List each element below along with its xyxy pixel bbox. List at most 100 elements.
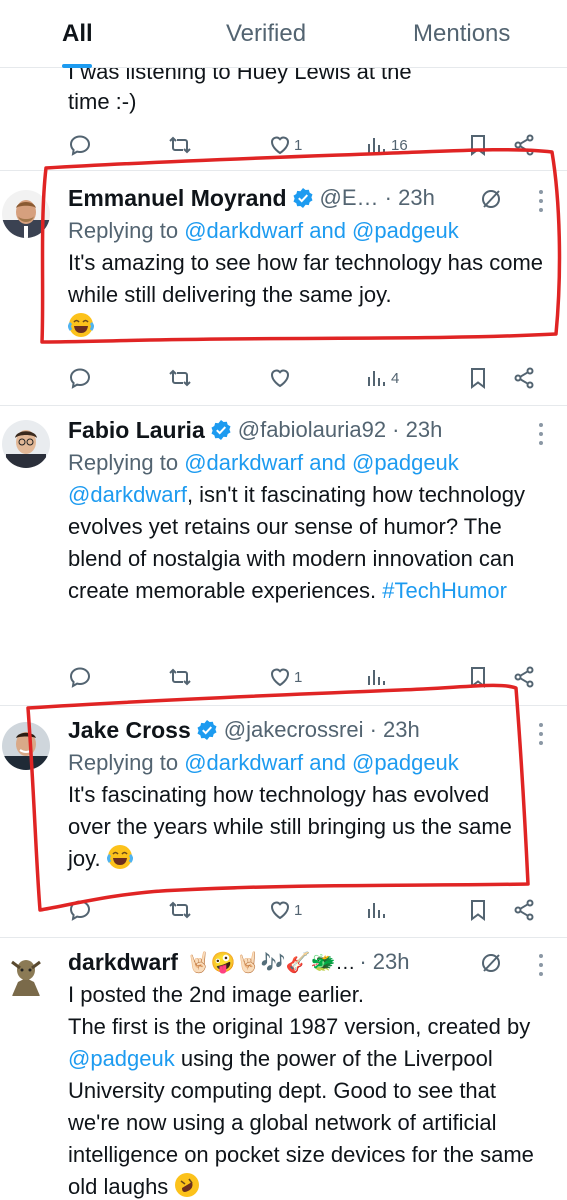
like-button[interactable]: 1 <box>268 662 302 692</box>
view-count: 16 <box>391 136 408 154</box>
tweet-text-line: time :-) <box>68 89 137 114</box>
reply-button[interactable] <box>68 363 92 393</box>
reply-button[interactable] <box>68 895 92 925</box>
bar-chart-icon <box>368 903 385 918</box>
replying-to: Replying to @darkdwarf and @padgeuk <box>68 215 548 247</box>
share-icon <box>514 666 534 688</box>
tweet-divider <box>0 705 567 706</box>
tweet-text-content: I posted the 2nd image earlier. <box>68 982 364 1007</box>
repost-icon <box>169 369 191 387</box>
active-tab-indicator <box>62 64 92 68</box>
handle-and-time: @jakecrossrei · 23h <box>223 717 420 742</box>
tweet-text: @darkdwarf, isn't it fascinating how tec… <box>68 479 548 607</box>
like-button[interactable]: 1 <box>268 130 302 160</box>
views-button[interactable]: 4 <box>365 363 399 393</box>
view-count: 4 <box>391 369 400 387</box>
tweet[interactable]: Fabio Lauria @fabiolauria92 · 23h Replyi… <box>68 413 548 607</box>
handle-and-time: @E… · 23h <box>319 185 435 210</box>
share-icon <box>514 134 534 156</box>
mention-link[interactable]: @padgeuk <box>68 1046 175 1071</box>
repost-button[interactable] <box>168 130 192 160</box>
grok-icon[interactable] <box>480 188 502 210</box>
display-name[interactable]: Fabio Lauria <box>68 417 205 444</box>
bookmark-icon <box>471 900 485 921</box>
avatar[interactable] <box>2 420 50 468</box>
grok-icon[interactable] <box>480 952 502 974</box>
tab-mentions[interactable]: Mentions <box>413 20 510 48</box>
tweet[interactable]: darkdwarf 🤘🏻🤪🤘🏻🎶🎸🐲… · 23h I posted the 2… <box>68 945 548 1200</box>
bookmark-button[interactable] <box>466 363 490 393</box>
tweet-text: It's amazing to see how far technology h… <box>68 247 548 343</box>
verified-badge-icon <box>197 720 217 740</box>
display-name[interactable]: darkdwarf <box>68 949 178 976</box>
tweet[interactable]: Jake Cross @jakecrossrei · 23h Replying … <box>68 713 548 875</box>
tab-all[interactable]: All <box>62 20 93 48</box>
reply-icon <box>69 900 91 921</box>
tweet[interactable]: Emmanuel Moyrand @E… · 23h Replying to @… <box>68 181 548 343</box>
more-options-icon[interactable] <box>539 954 545 976</box>
bookmark-button[interactable] <box>466 662 490 692</box>
notification-tabs: All Verified Mentions <box>0 0 567 68</box>
reply-users-link[interactable]: @darkdwarf and @padgeuk <box>184 450 459 475</box>
bookmark-button[interactable] <box>466 130 490 160</box>
reply-button[interactable] <box>68 662 92 692</box>
face-with-tears-of-joy-icon <box>106 845 133 869</box>
tweet-text-content: It's fascinating how technology has evol… <box>68 782 512 871</box>
reply-users-link[interactable]: @darkdwarf and @padgeuk <box>184 750 459 775</box>
bookmark-icon <box>471 135 485 156</box>
heart-icon <box>270 668 290 687</box>
views-button[interactable] <box>365 895 389 925</box>
tweet-divider <box>0 170 567 171</box>
like-button[interactable] <box>268 363 292 393</box>
views-button[interactable] <box>365 662 389 692</box>
heart-icon <box>270 901 290 920</box>
replying-to: Replying to @darkdwarf and @padgeuk <box>68 747 548 779</box>
share-button[interactable] <box>512 662 536 692</box>
like-button[interactable]: 1 <box>268 895 302 925</box>
reply-prefix: Replying to <box>68 750 185 775</box>
hashtag-link[interactable]: #TechHumor <box>382 578 507 603</box>
tweet-text-content: It's amazing to see how far technology h… <box>68 250 544 307</box>
display-name[interactable]: Emmanuel Moyrand <box>68 185 287 212</box>
bar-chart-icon <box>368 371 385 386</box>
share-icon <box>514 367 534 389</box>
repost-button[interactable] <box>168 363 192 393</box>
tweet-text: It's fascinating how technology has evol… <box>68 779 518 875</box>
like-count: 1 <box>294 668 303 686</box>
bar-chart-icon <box>368 138 385 153</box>
avatar[interactable] <box>2 190 50 238</box>
display-name[interactable]: Jake Cross <box>68 717 191 744</box>
reply-users-link[interactable]: @darkdwarf and @padgeuk <box>184 218 459 243</box>
repost-icon <box>169 668 191 686</box>
tweet-text: I posted the 2nd image earlier. The first… <box>68 979 548 1200</box>
tweet-text-content: The first is the original 1987 version, … <box>68 1014 531 1039</box>
face-with-tears-of-joy-icon <box>68 313 94 337</box>
like-count: 1 <box>294 901 303 919</box>
more-options-icon[interactable] <box>539 190 545 212</box>
share-button[interactable] <box>512 363 536 393</box>
heart-icon <box>270 136 290 155</box>
bookmark-icon <box>471 667 485 688</box>
more-options-icon[interactable] <box>539 723 545 745</box>
repost-button[interactable] <box>168 895 192 925</box>
more-options-icon[interactable] <box>539 423 545 445</box>
handle-and-time: · 23h <box>359 949 410 974</box>
avatar[interactable] <box>2 722 50 770</box>
tab-verified[interactable]: Verified <box>226 20 306 48</box>
share-button[interactable] <box>512 895 536 925</box>
tweet-actions: 1 <box>68 662 538 692</box>
tweet-actions: 1 <box>68 895 538 925</box>
tweet-divider <box>0 937 567 938</box>
reply-icon <box>69 135 91 156</box>
bookmark-button[interactable] <box>466 895 490 925</box>
avatar[interactable] <box>2 952 50 1000</box>
mention-link[interactable]: @darkdwarf <box>68 482 187 507</box>
repost-button[interactable] <box>168 662 192 692</box>
share-button[interactable] <box>512 130 536 160</box>
bar-chart-icon <box>368 670 385 685</box>
like-count: 1 <box>294 136 303 154</box>
reply-button[interactable] <box>68 130 92 160</box>
replying-to: Replying to @darkdwarf and @padgeuk <box>68 447 548 479</box>
views-button[interactable]: 16 <box>365 130 408 160</box>
tweet-actions: 4 <box>68 363 538 393</box>
